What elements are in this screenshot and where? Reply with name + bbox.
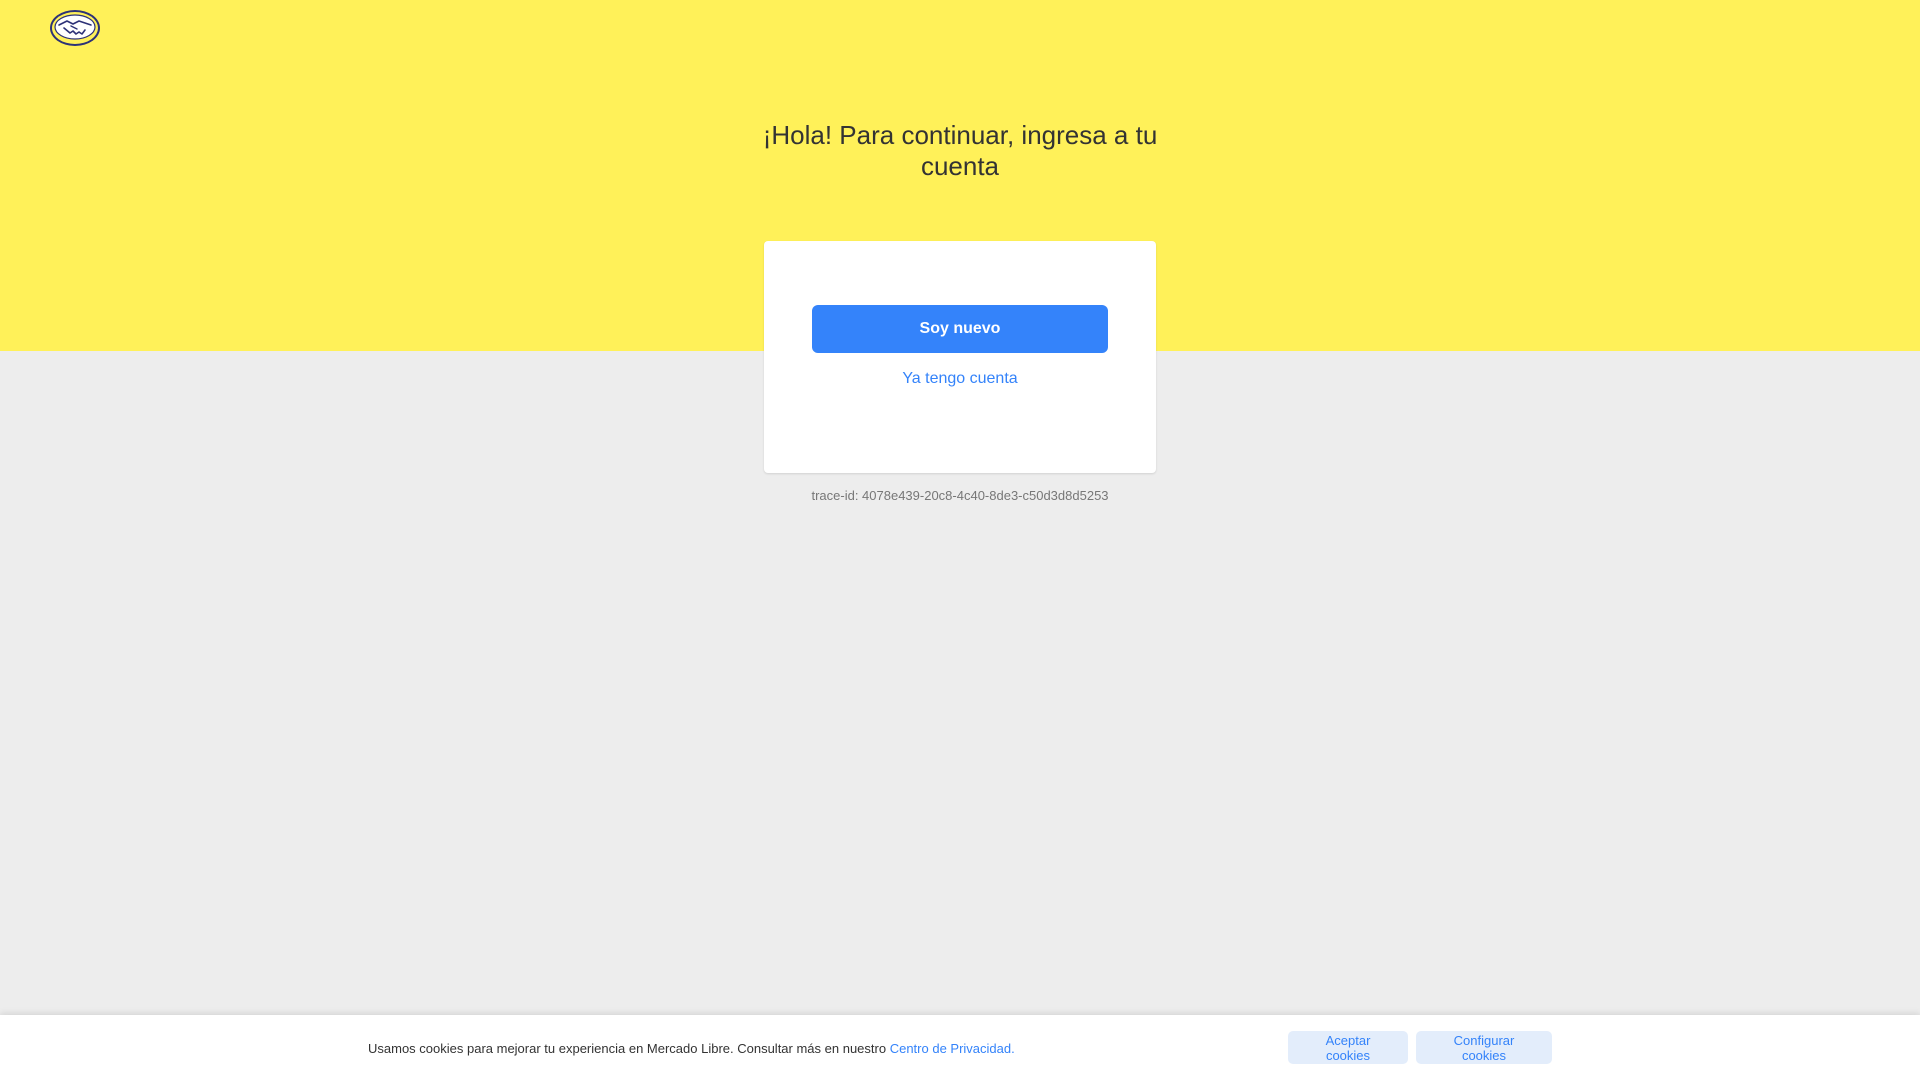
cookie-message: Usamos cookies para mejorar tu experienc… (368, 1041, 1015, 1056)
handshake-logo-icon (50, 10, 100, 46)
trace-id-text: trace-id: 4078e439-20c8-4c40-8de3-c50d3d… (811, 488, 1109, 503)
login-page: ¡Hola! Para continuar, ingresa a tu cuen… (0, 0, 1920, 1080)
page-title: ¡Hola! Para continuar, ingresa a tu cuen… (762, 120, 1158, 181)
soy-nuevo-button[interactable]: Soy nuevo (812, 305, 1108, 353)
login-card: Soy nuevo Ya tengo cuenta (764, 241, 1156, 473)
cookie-banner: Usamos cookies para mejorar tu experienc… (0, 1015, 1920, 1080)
cookie-message-text: Usamos cookies para mejorar tu experienc… (368, 1041, 890, 1056)
privacy-center-link[interactable]: Centro de Privacidad. (890, 1041, 1015, 1056)
mercadolibre-logo[interactable] (49, 8, 101, 48)
ya-tengo-cuenta-link[interactable]: Ya tengo cuenta (812, 363, 1108, 395)
accept-cookies-button[interactable]: Aceptar cookies (1288, 1031, 1408, 1064)
configure-cookies-button[interactable]: Configurar cookies (1416, 1031, 1552, 1064)
